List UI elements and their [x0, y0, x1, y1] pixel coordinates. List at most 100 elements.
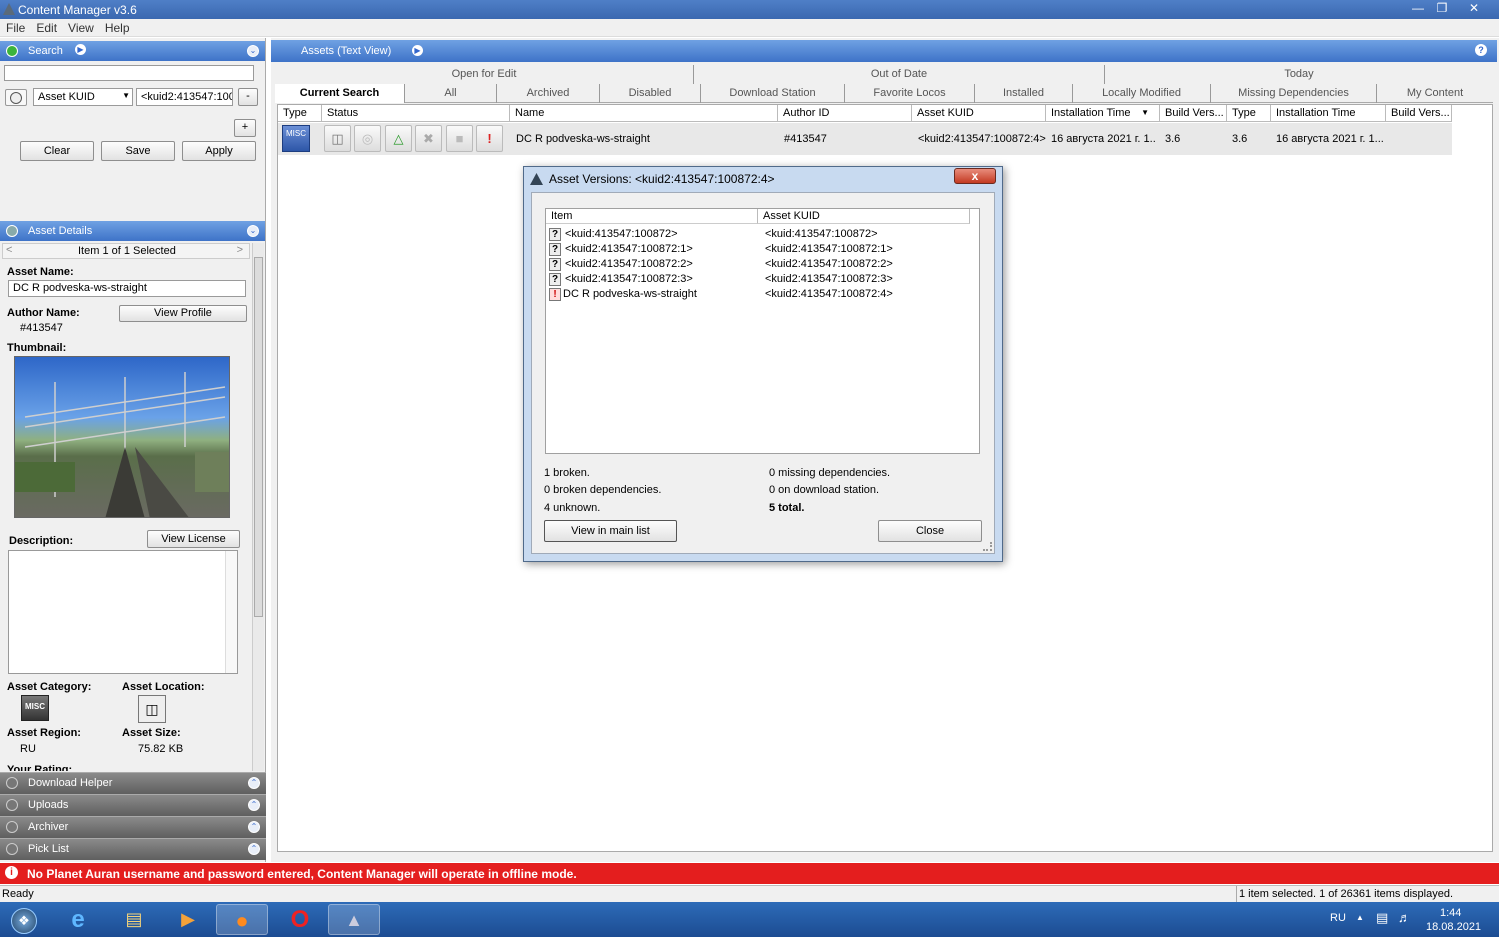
- menu-view[interactable]: View: [62, 19, 99, 35]
- tab-archived[interactable]: Archived: [497, 84, 600, 103]
- col-name[interactable]: Name: [510, 105, 778, 122]
- tab-installed[interactable]: Installed: [975, 84, 1073, 103]
- expand-icon[interactable]: ⌃: [248, 843, 260, 855]
- clock-date[interactable]: 18.08.2021: [1426, 921, 1481, 933]
- close-button[interactable]: Close: [878, 520, 982, 542]
- expand-icon[interactable]: ⌃: [248, 777, 260, 789]
- tab-missing-dependencies[interactable]: Missing Dependencies: [1211, 84, 1377, 103]
- version-item: <kuid2:413547:100872:2>: [565, 258, 693, 270]
- col-build-version[interactable]: Build Vers...: [1160, 105, 1227, 122]
- dialog-body: Item Asset KUID ? <kuid:413547:100872> <…: [531, 192, 995, 554]
- maximize-button[interactable]: ❐: [1428, 0, 1456, 17]
- tab-all[interactable]: All: [405, 84, 497, 103]
- tab-out-of-date[interactable]: Out of Date: [694, 65, 1105, 84]
- start-button[interactable]: ❖: [2, 904, 46, 935]
- content-manager-taskbar-icon[interactable]: ▲: [328, 904, 380, 935]
- save-button[interactable]: Save: [101, 141, 175, 161]
- menu-edit[interactable]: Edit: [30, 19, 62, 35]
- resize-grip[interactable]: [983, 542, 992, 551]
- row-kuid: <kuid2:413547:100872:4>: [918, 133, 1046, 145]
- search-input[interactable]: [4, 65, 254, 81]
- language-indicator[interactable]: RU: [1330, 912, 1346, 924]
- expand-icon[interactable]: ⌃: [248, 821, 260, 833]
- col-type-2[interactable]: Type: [1227, 105, 1271, 122]
- internet-explorer-icon[interactable]: e: [52, 904, 104, 935]
- col-kuid[interactable]: Asset KUID: [758, 209, 970, 224]
- details-status-icon: [6, 225, 18, 237]
- tab-today[interactable]: Today: [1105, 65, 1493, 84]
- col-asset-kuid[interactable]: Asset KUID: [912, 105, 1046, 122]
- plus-button[interactable]: +: [234, 119, 256, 137]
- version-kuid: <kuid2:413547:100872:2>: [765, 258, 893, 270]
- next-item-button[interactable]: >: [237, 244, 243, 256]
- table-row[interactable]: MISC ◫ ◎ △ ✖ ■ ! DC R podveska-ws-straig…: [278, 123, 1452, 155]
- triangle-warning-icon: △: [385, 125, 412, 152]
- search-panel-header[interactable]: Search ▶ ⌄: [0, 41, 265, 61]
- network-icon[interactable]: ▤: [1376, 910, 1388, 926]
- close-window-button[interactable]: ✕: [1460, 0, 1488, 17]
- chevron-down-icon: ▼: [122, 91, 130, 100]
- filter-field-select[interactable]: Asset KUID ▼: [33, 88, 133, 106]
- uploads-panel[interactable]: Uploads ⌃: [0, 794, 266, 816]
- offline-warning-text: No Planet Auran username and password en…: [27, 867, 577, 881]
- help-icon[interactable]: ?: [1475, 44, 1487, 56]
- menu-file[interactable]: File: [0, 19, 30, 35]
- tab-open-for-edit[interactable]: Open for Edit: [275, 65, 694, 84]
- clock-time[interactable]: 1:44: [1440, 907, 1461, 919]
- media-player-icon[interactable]: ▶: [162, 904, 214, 935]
- tab-disabled[interactable]: Disabled: [600, 84, 701, 103]
- item-nav-label: Item 1 of 1 Selected: [78, 245, 176, 257]
- title-bar: Content Manager v3.6 — ❐ ✕: [0, 0, 1499, 19]
- expand-icon[interactable]: ⌃: [248, 799, 260, 811]
- file-explorer-icon[interactable]: ▤: [108, 904, 160, 935]
- asset-name-field[interactable]: DC R podveska-ws-straight: [8, 280, 246, 297]
- size-value: 75.82 KB: [138, 743, 184, 755]
- col-item[interactable]: Item: [546, 209, 758, 224]
- arrow-right-icon[interactable]: ▶: [412, 45, 423, 56]
- arrow-right-icon[interactable]: ▶: [75, 44, 86, 55]
- col-installation-time-2[interactable]: Installation Time: [1271, 105, 1386, 122]
- minus-button[interactable]: -: [238, 88, 258, 106]
- col-author-id[interactable]: Author ID: [778, 105, 912, 122]
- col-build-version-2[interactable]: Build Vers...: [1386, 105, 1452, 122]
- view-license-button[interactable]: View License: [147, 530, 240, 548]
- stat-broken: 1 broken.: [544, 467, 590, 479]
- pick-list-panel[interactable]: Pick List ⌃: [0, 838, 266, 860]
- tab-favorite-locos[interactable]: Favorite Locos: [845, 84, 975, 103]
- scrollbar-thumb[interactable]: [254, 257, 263, 617]
- view-profile-button[interactable]: View Profile: [119, 305, 247, 322]
- collapse-icon[interactable]: ⌄: [247, 45, 259, 57]
- clear-button[interactable]: Clear: [20, 141, 94, 161]
- filter-value-input[interactable]: <kuid2:413547:1008: [136, 88, 233, 106]
- prev-item-button[interactable]: <: [6, 244, 12, 256]
- tools-icon: ✖: [415, 125, 442, 152]
- asset-details-header[interactable]: Asset Details ⌄: [0, 221, 265, 241]
- apply-button[interactable]: Apply: [182, 141, 256, 161]
- tab-locally-modified[interactable]: Locally Modified: [1073, 84, 1211, 103]
- tab-current-search[interactable]: Current Search: [275, 84, 405, 103]
- region-value: RU: [20, 743, 36, 755]
- volume-icon[interactable]: ♬: [1398, 910, 1411, 925]
- dialog-close-x-button[interactable]: x: [954, 168, 996, 184]
- railway-thumbnail-icon: [15, 372, 229, 517]
- description-scrollbar[interactable]: [225, 551, 237, 673]
- stat-total: 5 total.: [769, 502, 805, 514]
- remove-filter-button[interactable]: [5, 89, 27, 106]
- archiver-panel[interactable]: Archiver ⌃: [0, 816, 266, 838]
- collapse-icon[interactable]: ⌄: [247, 225, 259, 237]
- firefox-icon[interactable]: ●: [216, 904, 268, 935]
- col-status[interactable]: Status: [322, 105, 510, 122]
- tray-expand-icon[interactable]: ▲: [1356, 913, 1364, 922]
- view-in-main-list-button[interactable]: View in main list: [544, 520, 677, 542]
- menu-help[interactable]: Help: [99, 19, 135, 35]
- tab-my-content[interactable]: My Content: [1377, 84, 1493, 103]
- size-label: Asset Size:: [122, 727, 181, 739]
- tab-download-station[interactable]: Download Station: [701, 84, 845, 103]
- opera-icon[interactable]: O: [274, 904, 326, 935]
- dialog-title: Asset Versions: <kuid2:413547:100872:4>: [549, 172, 775, 186]
- details-scrollbar[interactable]: [252, 243, 264, 771]
- col-type[interactable]: Type: [278, 105, 322, 122]
- description-textarea[interactable]: [8, 550, 238, 674]
- col-installation-time[interactable]: Installation Time ▼: [1046, 105, 1160, 122]
- download-helper-panel[interactable]: Download Helper ⌃: [0, 772, 266, 794]
